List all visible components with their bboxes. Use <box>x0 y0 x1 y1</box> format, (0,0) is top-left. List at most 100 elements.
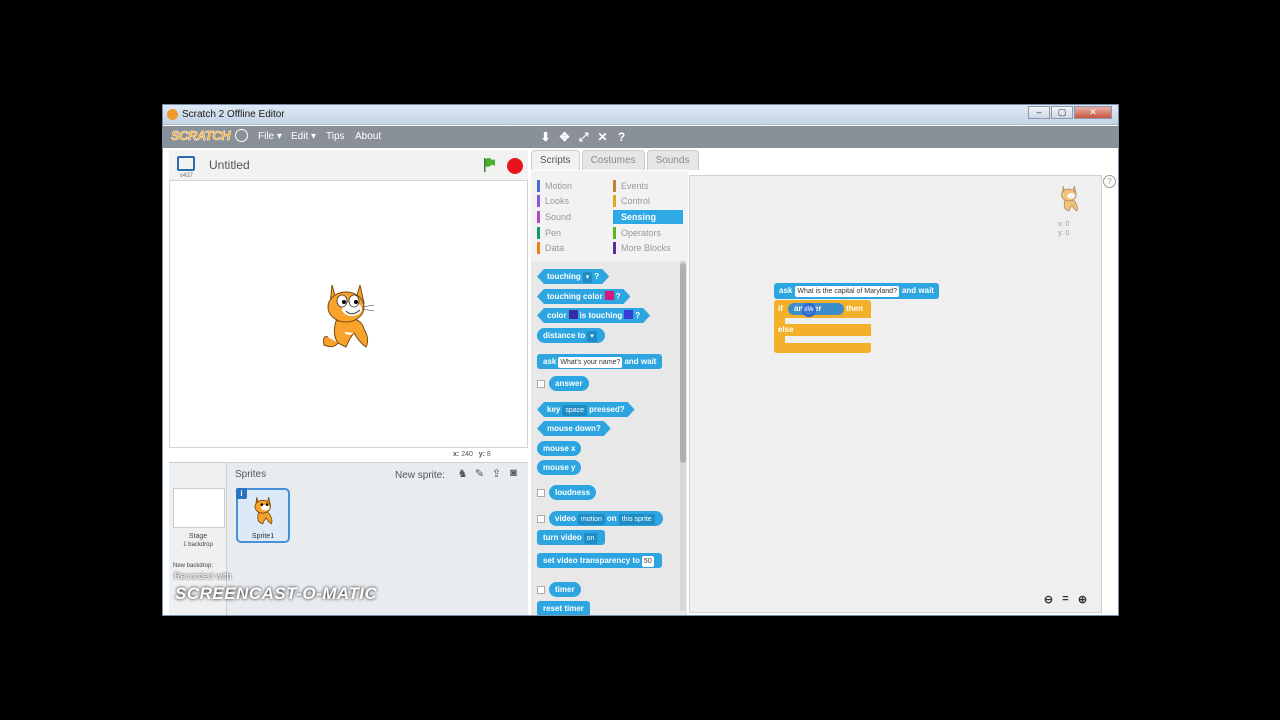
tab-sounds[interactable]: Sounds <box>646 150 699 170</box>
script-if-else-block[interactable]: if answer then else <box>774 300 871 356</box>
tab-costumes[interactable]: Costumes <box>581 150 645 170</box>
sprite-y: y: 0 <box>1058 230 1070 237</box>
stage-thumbnail[interactable] <box>173 488 225 528</box>
help-icon[interactable]: ? <box>1103 175 1116 188</box>
close-button[interactable]: ✕ <box>1074 106 1112 119</box>
window-title: Scratch 2 Offline Editor <box>182 109 285 120</box>
block-video-on[interactable]: video motion on this sprite <box>549 511 663 526</box>
mouse-coordinates: x: 240 y: 8 <box>453 451 491 458</box>
timer-checkbox[interactable] <box>537 586 545 594</box>
screencast-watermark: SCREENCAST-O-MATIC <box>175 584 378 603</box>
presentation-mode-icon[interactable] <box>177 156 195 171</box>
cat-sprite-icon[interactable] <box>314 277 384 357</box>
block-ask-and-wait[interactable]: ask What's your name? and wait <box>537 354 663 369</box>
zoom-out-icon[interactable]: ⊖ <box>1040 593 1057 606</box>
menu-about[interactable]: About <box>355 131 381 142</box>
menu-file[interactable]: File ▾ <box>258 131 282 142</box>
ask-question-input[interactable]: What is the capital of Maryland? <box>795 286 899 297</box>
script-area[interactable]: x: 0 y: 0 ask What is the capital of Mary… <box>689 175 1102 613</box>
tab-strip: Scripts Costumes Sounds <box>531 150 701 170</box>
minimize-button[interactable]: – <box>1028 106 1050 119</box>
else-label: else <box>778 325 794 334</box>
block-reset-timer[interactable]: reset timer <box>537 601 590 615</box>
block-help-icon[interactable]: ? <box>612 129 631 145</box>
cat-sprite-icon <box>1061 186 1078 212</box>
category-motion[interactable]: Motion <box>537 179 607 193</box>
y-label: y: <box>478 451 485 458</box>
delete-cut-icon[interactable]: ✥ <box>555 129 574 145</box>
category-sound[interactable]: Sound <box>537 210 607 224</box>
language-globe-icon[interactable] <box>235 129 248 142</box>
if-label: if <box>778 304 783 313</box>
sprite1-thumbnail[interactable]: i Sprite1 <box>236 488 290 543</box>
category-operators[interactable]: Operators <box>613 226 683 240</box>
menu-bar: SCRATCH File ▾ Edit ▾ Tips About ⬇ ✥ ⤢ ✕… <box>163 126 1118 148</box>
version-label: v437 <box>180 173 194 179</box>
answer-checkbox[interactable] <box>537 380 545 388</box>
menu-edit[interactable]: Edit ▾ <box>291 131 316 142</box>
block-mouse-x[interactable]: mouse x <box>537 441 582 456</box>
category-data[interactable]: Data <box>537 241 607 255</box>
block-palette: touching ▾? touching color? color is touch… <box>531 261 687 615</box>
block-set-video-transparency[interactable]: set video transparency to 50 <box>537 553 662 568</box>
backdrop-count: 1 backdrop <box>183 542 213 548</box>
new-backdrop-label: New backdrop: <box>173 563 214 569</box>
stage-header: v437 Untitled <box>169 150 528 180</box>
block-mouse-y[interactable]: mouse y <box>537 460 582 475</box>
zoom-reset-icon[interactable]: = <box>1057 593 1074 606</box>
category-pen[interactable]: Pen <box>537 226 607 240</box>
video-checkbox[interactable] <box>537 515 545 523</box>
sprite-position: x: 0 y: 0 <box>1058 220 1069 238</box>
sprite1-name: Sprite1 <box>251 533 275 540</box>
answer-condition[interactable]: answer <box>788 303 844 315</box>
block-touching-color[interactable]: touching color? <box>537 289 630 304</box>
zoom-in-icon[interactable]: ⊕ <box>1074 593 1091 606</box>
cat-sprite-icon <box>254 497 273 525</box>
watermark-recorded-text: Recorded with <box>174 571 232 581</box>
block-turn-video[interactable]: turn video on <box>537 530 606 545</box>
grow-icon[interactable]: ⤢ <box>574 129 593 145</box>
x-label: x: <box>453 451 460 458</box>
paint-new-sprite-icon[interactable]: ✎ <box>471 467 488 480</box>
green-flag-icon[interactable] <box>483 157 495 173</box>
app-icon <box>167 109 178 120</box>
block-mouse-down[interactable]: mouse down? <box>537 421 611 436</box>
shrink-icon[interactable]: ✕ <box>593 129 612 145</box>
menu-tips[interactable]: Tips <box>326 131 345 142</box>
block-key-pressed[interactable]: key space pressed? <box>537 402 635 417</box>
category-events[interactable]: Events <box>613 179 683 193</box>
y-value: 8 <box>486 451 491 458</box>
new-sprite-label: New sprite: <box>395 470 446 481</box>
then-label: then <box>846 304 863 313</box>
palette-scrollbar[interactable] <box>680 261 686 611</box>
block-distance-to[interactable]: distance to ▾ <box>537 328 605 343</box>
title-bar: Scratch 2 Offline Editor – ▢ ✕ <box>163 105 1118 125</box>
sprite-x: x: 0 <box>1058 221 1070 228</box>
category-control[interactable]: Control <box>613 194 683 208</box>
mouse-cursor-highlight <box>802 303 816 317</box>
category-sensing[interactable]: Sensing <box>613 210 683 224</box>
editor-window: Scratch 2 Offline Editor – ▢ ✕ SCRATCH F… <box>162 104 1119 616</box>
maximize-button[interactable]: ▢ <box>1051 106 1073 119</box>
upload-sprite-icon[interactable]: ⇪ <box>488 467 505 480</box>
tab-scripts[interactable]: Scripts <box>531 150 580 170</box>
sprites-heading: Sprites <box>235 469 267 480</box>
block-loudness[interactable]: loudness <box>549 485 597 500</box>
script-ask-block[interactable]: ask What is the capital of Maryland? and w… <box>774 283 939 299</box>
stop-sign-icon[interactable] <box>507 158 523 174</box>
loudness-checkbox[interactable] <box>537 489 545 497</box>
stage-canvas[interactable] <box>169 180 528 448</box>
scratch-logo[interactable]: SCRATCH <box>171 128 231 144</box>
choose-sprite-library-icon[interactable]: ♞ <box>454 467 471 480</box>
block-answer[interactable]: answer <box>549 376 589 391</box>
duplicate-stamp-icon[interactable]: ⬇ <box>536 129 555 145</box>
camera-icon[interactable]: ◙ <box>505 467 522 480</box>
category-more-blocks[interactable]: More Blocks <box>613 241 683 255</box>
category-looks[interactable]: Looks <box>537 194 607 208</box>
block-touching[interactable]: touching ▾? <box>537 269 609 284</box>
x-value: 240 <box>461 451 473 458</box>
block-color-is-touching[interactable]: color is touching? <box>537 308 650 323</box>
project-title[interactable]: Untitled <box>209 158 250 172</box>
info-icon[interactable]: i <box>236 488 247 499</box>
block-timer[interactable]: timer <box>549 582 581 597</box>
